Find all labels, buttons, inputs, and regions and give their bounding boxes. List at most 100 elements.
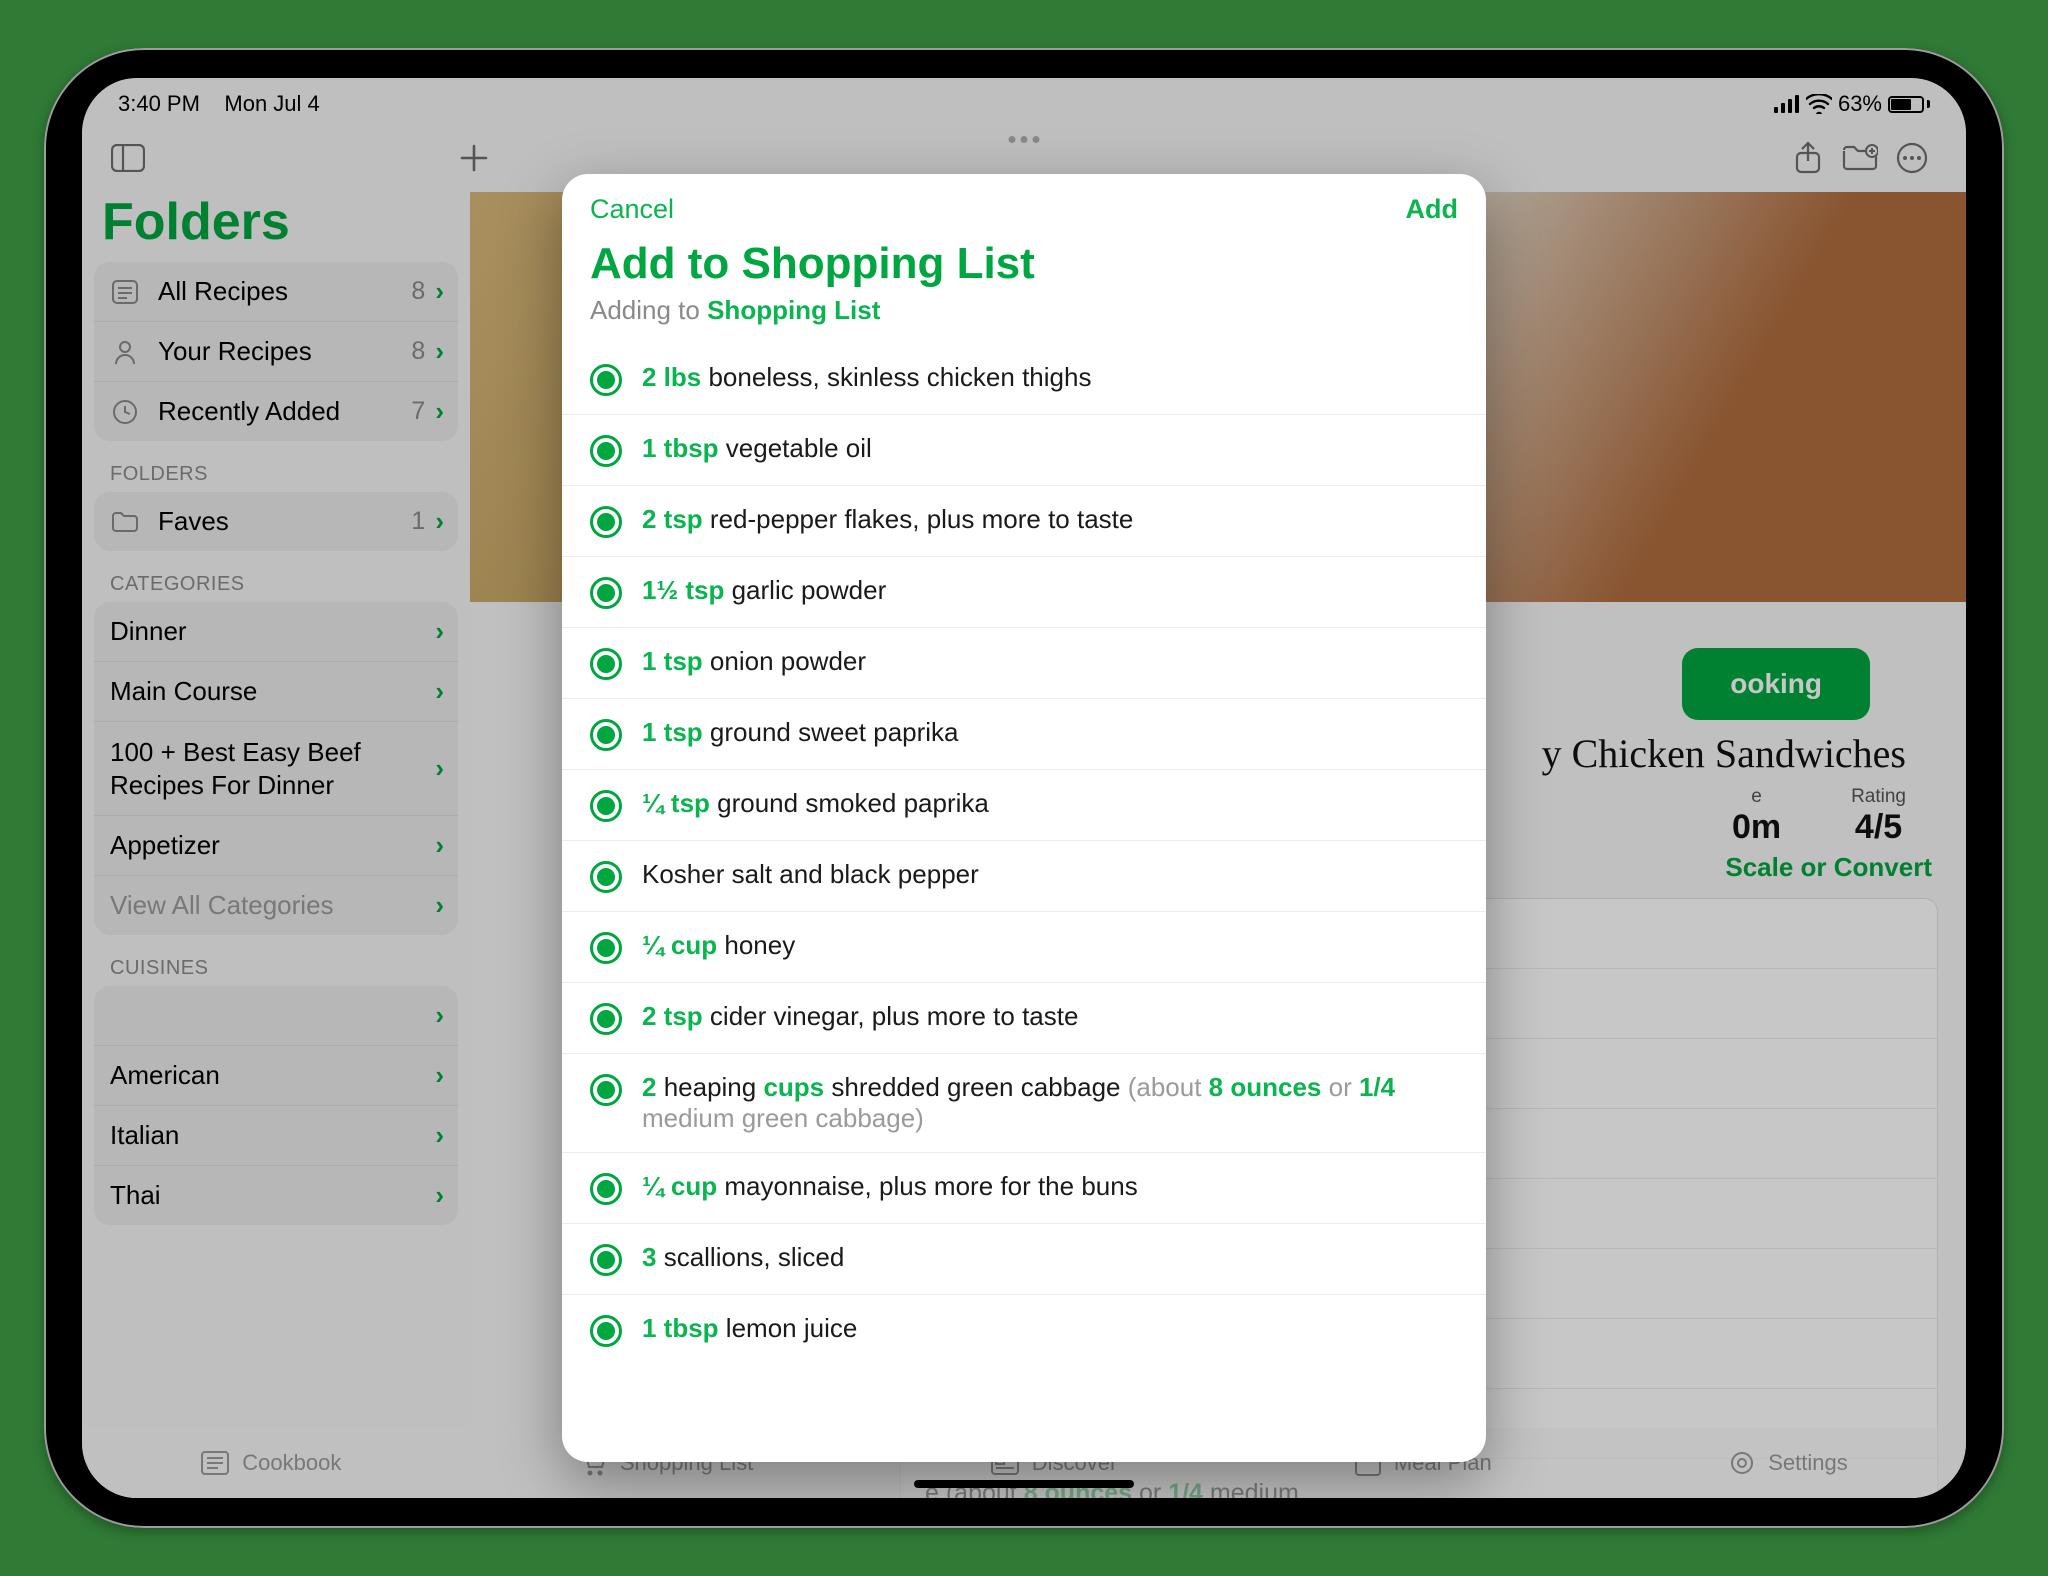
start-cooking-button[interactable]: ooking (1682, 648, 1870, 720)
scale-convert-link[interactable]: Scale or Convert (1725, 852, 1932, 883)
ingredient-checkbox[interactable] (590, 577, 622, 609)
ingredient-checkbox[interactable] (590, 719, 622, 751)
ingredient-item[interactable]: 1½ tsp garlic powder (562, 556, 1486, 627)
folder-icon (110, 507, 140, 537)
shopping-list-link[interactable]: Shopping List (707, 295, 880, 325)
ingredient-item[interactable]: ¼ tsp ground smoked paprika (562, 769, 1486, 840)
folders-section-label: FOLDERS (110, 463, 458, 486)
ingredient-text: ¼ cup honey (642, 930, 795, 961)
ingredient-checkbox[interactable] (590, 435, 622, 467)
tab-cookbook[interactable]: Cookbook (200, 1450, 341, 1476)
sidebar-item-faves[interactable]: Faves 1 › (94, 492, 458, 551)
ingredient-item[interactable]: 2 tsp red-pepper flakes, plus more to ta… (562, 485, 1486, 556)
ingredient-checkbox[interactable] (590, 506, 622, 538)
signal-icon (1774, 95, 1800, 113)
status-time: 3:40 PM (118, 91, 200, 116)
ingredient-checkbox[interactable] (590, 1074, 622, 1106)
sidebar-item-american[interactable]: American› (94, 1045, 458, 1105)
modal-subtitle: Adding to Shopping List (590, 295, 1458, 326)
book-icon (200, 1450, 230, 1476)
share-icon[interactable] (1786, 136, 1830, 180)
sidebar-item-label: American (110, 1060, 435, 1091)
sidebar-item-label: Faves (158, 506, 411, 537)
ingredient-text: 1 tsp ground sweet paprika (642, 717, 959, 748)
ingredient-checkbox[interactable] (590, 364, 622, 396)
gear-icon (1728, 1449, 1756, 1477)
chevron-right-icon: › (435, 752, 444, 785)
sidebar-top-section: All Recipes 8 › Your Recipes 8 › Recentl… (94, 262, 458, 441)
add-recipe-icon[interactable] (452, 136, 496, 180)
chevron-right-icon: › (435, 1000, 444, 1031)
ingredient-checkbox[interactable] (590, 648, 622, 680)
categories-section-label: CATEGORIES (110, 573, 458, 596)
sidebar-item-recently-added[interactable]: Recently Added 7 › (94, 381, 458, 441)
move-to-folder-icon[interactable] (1838, 136, 1882, 180)
ingredient-text: 2 tsp red-pepper flakes, plus more to ta… (642, 504, 1133, 535)
ingredient-item[interactable]: 1 tsp ground sweet paprika (562, 698, 1486, 769)
sidebar-item-count: 8 (411, 337, 425, 366)
chevron-right-icon: › (435, 890, 444, 921)
sidebar-item-beef-recipes[interactable]: 100 + Best Easy Beef Recipes For Dinner› (94, 721, 458, 815)
chevron-right-icon: › (435, 506, 444, 537)
sidebar-item-your-recipes[interactable]: Your Recipes 8 › (94, 321, 458, 381)
ingredient-checkbox[interactable] (590, 1244, 622, 1276)
ingredient-text: ¼ tsp ground smoked paprika (642, 788, 989, 819)
ingredient-checkbox[interactable] (590, 1173, 622, 1205)
chevron-right-icon: › (435, 830, 444, 861)
ingredient-item[interactable]: 3 scallions, sliced (562, 1223, 1486, 1294)
more-icon[interactable] (1890, 136, 1934, 180)
ingredient-item[interactable]: 2 lbs boneless, skinless chicken thighs (562, 344, 1486, 414)
sidebar: Folders All Recipes 8 › Your Recipes 8 › (82, 192, 470, 1428)
ipad-screen: 3:40 PM Mon Jul 4 63% (82, 78, 1966, 1498)
sidebar-item-count: 1 (411, 507, 425, 536)
categories-section: Dinner› Main Course› 100 + Best Easy Bee… (94, 602, 458, 935)
ingredient-checkbox[interactable] (590, 790, 622, 822)
ingredient-list[interactable]: 2 lbs boneless, skinless chicken thighs 1… (562, 344, 1486, 1462)
cancel-button[interactable]: Cancel (590, 194, 674, 225)
folders-section: Faves 1 › (94, 492, 458, 551)
sidebar-item-cuisine-blank[interactable]: › (94, 986, 458, 1045)
ingredient-checkbox[interactable] (590, 861, 622, 893)
sidebar-item-label: Dinner (110, 616, 435, 647)
tab-settings[interactable]: Settings (1728, 1449, 1848, 1477)
ingredient-checkbox[interactable] (590, 1315, 622, 1347)
ingredient-item[interactable]: 1 tbsp lemon juice (562, 1294, 1486, 1365)
modal-title: Add to Shopping List (590, 239, 1458, 289)
ingredient-checkbox[interactable] (590, 1003, 622, 1035)
ingredient-item[interactable]: 1 tbsp vegetable oil (562, 414, 1486, 485)
status-bar: 3:40 PM Mon Jul 4 63% (82, 78, 1966, 124)
home-indicator[interactable] (914, 1480, 1134, 1488)
rating-value: 4/5 (1851, 808, 1906, 847)
chevron-right-icon: › (435, 276, 444, 307)
sidebar-item-thai[interactable]: Thai› (94, 1165, 458, 1225)
sidebar-item-italian[interactable]: Italian› (94, 1105, 458, 1165)
ingredient-text: 2 lbs boneless, skinless chicken thighs (642, 362, 1091, 393)
multitask-handle[interactable] (1009, 136, 1040, 143)
ingredient-item[interactable]: 2 tsp cider vinegar, plus more to taste (562, 982, 1486, 1053)
sidebar-item-count: 7 (411, 397, 425, 426)
ingredient-item[interactable]: ¼ cup mayonnaise, plus more for the buns (562, 1152, 1486, 1223)
ingredient-text: 1 tbsp vegetable oil (642, 433, 872, 464)
rating-label: Rating (1851, 786, 1906, 808)
ingredient-text: 1 tbsp lemon juice (642, 1313, 857, 1344)
ingredient-item[interactable]: 1 tsp onion powder (562, 627, 1486, 698)
ingredient-checkbox[interactable] (590, 932, 622, 964)
sidebar-toggle-icon[interactable] (106, 136, 150, 180)
ingredient-item[interactable]: 2 heaping cups shredded green cabbage (a… (562, 1053, 1486, 1152)
sidebar-item-dinner[interactable]: Dinner› (94, 602, 458, 661)
recipe-title: y Chicken Sandwiches (1542, 730, 1906, 777)
status-battery-pct: 63% (1838, 91, 1882, 117)
sidebar-item-label: Main Course (110, 676, 435, 707)
ingredient-item[interactable]: Kosher salt and black pepper (562, 840, 1486, 911)
add-button[interactable]: Add (1406, 194, 1458, 225)
sidebar-item-all-recipes[interactable]: All Recipes 8 › (94, 262, 458, 321)
sidebar-item-view-all-categories[interactable]: View All Categories› (94, 875, 458, 935)
sidebar-item-label: Italian (110, 1120, 435, 1151)
sidebar-item-label: All Recipes (158, 276, 411, 307)
sidebar-item-appetizer[interactable]: Appetizer› (94, 815, 458, 875)
sidebar-item-main-course[interactable]: Main Course› (94, 661, 458, 721)
sidebar-item-label: View All Categories (110, 890, 435, 921)
sidebar-title: Folders (102, 192, 458, 252)
ipad-device-frame: 3:40 PM Mon Jul 4 63% (44, 48, 2004, 1528)
ingredient-item[interactable]: ¼ cup honey (562, 911, 1486, 982)
